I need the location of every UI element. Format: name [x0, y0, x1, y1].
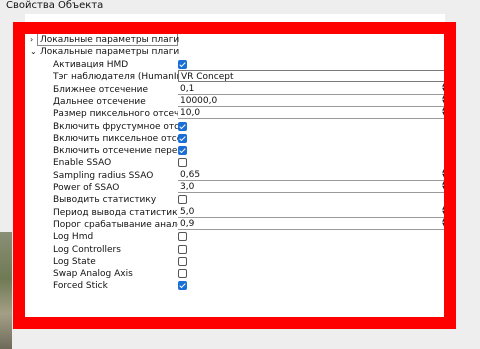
property-row: Log Hmd: [25, 231, 444, 243]
property-row: Тэг наблюдателя (HumanInput Tag)VR Conce…: [25, 70, 444, 83]
property-label: Ближнее отсечение: [53, 84, 149, 95]
property-checkbox[interactable]: [178, 232, 187, 242]
property-number-field[interactable]: 0,65 ▲ ▼: [178, 168, 444, 181]
property-label: Дальнее отсечение: [53, 96, 146, 107]
property-label: Включить фрустумное отсечение: [53, 121, 179, 132]
property-value: VR Concept: [181, 72, 234, 83]
property-label: Log Controllers: [53, 244, 121, 255]
property-value: 10000,0: [180, 95, 218, 106]
spin-arrows-icon[interactable]: ▲ ▼: [441, 94, 444, 106]
property-number-field[interactable]: 0,1 ▲ ▼: [178, 82, 444, 95]
property-grid: › Локальные параметры плагина [MASTER ⌄ …: [25, 34, 444, 317]
property-number-field[interactable]: 0,9 ▲ ▼: [178, 217, 444, 230]
property-number-field[interactable]: 3,0 ▲ ▼: [178, 181, 444, 193]
property-row: Дальнее отсечение 10000,0 ▲ ▼: [25, 94, 444, 108]
property-checkbox[interactable]: [178, 244, 187, 254]
property-label: Forced Stick: [53, 281, 108, 292]
property-checkbox[interactable]: [178, 158, 187, 168]
property-row: Sampling radius SSAO 0,65 ▲ ▼: [25, 168, 444, 182]
property-checkbox[interactable]: [178, 269, 187, 279]
background-scene: [0, 232, 12, 349]
property-value: 0,65: [180, 169, 201, 180]
group-vr-concept[interactable]: ⌄ Локальные параметры плагина [VR Conc: [25, 46, 185, 58]
property-label: Включить отсечение перекрытий: [53, 146, 179, 157]
property-label: Power of SSAO: [53, 183, 120, 193]
property-value: 3,0: [180, 182, 195, 192]
property-label: Активация HMD: [53, 60, 129, 70]
property-row: Выводить статистику: [25, 194, 444, 206]
property-row: Swap Analog Axis: [25, 268, 444, 280]
property-value: 0,1: [180, 83, 195, 94]
property-row: Log State: [25, 256, 444, 268]
property-row: Ближнее отсечение 0,1 ▲ ▼: [25, 82, 444, 96]
property-row: Включить фрустумное отсечение: [25, 121, 444, 133]
property-label: Enable SSAO: [53, 158, 112, 169]
property-number-field[interactable]: 10,0 ▲ ▼: [178, 107, 444, 120]
property-checkbox[interactable]: [178, 146, 187, 156]
property-row: Forced Stick: [25, 280, 444, 292]
property-row: Активация HMD: [25, 59, 444, 71]
property-label: Sampling radius SSAO: [53, 170, 154, 181]
property-row: Включить отсечение перекрытий: [25, 145, 444, 157]
property-label: Выводить статистику: [53, 195, 157, 206]
property-checkbox[interactable]: [178, 121, 187, 131]
property-checkbox[interactable]: [178, 281, 187, 291]
property-checkbox[interactable]: [178, 195, 187, 205]
property-label: Период вывода статистики: [53, 207, 179, 218]
property-panel-top: [25, 14, 445, 22]
spin-arrows-icon[interactable]: ▲ ▼: [441, 82, 444, 94]
spin-arrows-icon[interactable]: ▲ ▼: [441, 205, 444, 217]
spin-arrows-icon[interactable]: ▲ ▼: [441, 181, 444, 192]
property-value: 0,9: [180, 218, 195, 229]
property-checkbox[interactable]: [178, 256, 187, 266]
property-row: Порог срабатывание аналоговых кн0,9 ▲▼: [25, 217, 444, 231]
property-label: Log Hmd: [53, 232, 94, 243]
property-label: Размер пиксельного отсечения: [53, 109, 179, 120]
property-row: Размер пиксельного отсечения10,0 ▲▼: [25, 107, 444, 120]
chevron-down-icon[interactable]: ⌄: [30, 46, 38, 58]
spin-arrows-icon[interactable]: ▲ ▼: [441, 107, 444, 118]
property-value: 10,0: [180, 108, 201, 119]
property-label: Log State: [53, 256, 96, 267]
property-label: Тэг наблюдателя (HumanInput Tag): [53, 72, 179, 83]
property-label: Swap Analog Axis: [53, 269, 133, 280]
property-text-field[interactable]: VR Concept: [178, 70, 444, 83]
window-title: Свойства Объекта: [6, 0, 104, 11]
property-value: 5,0: [180, 206, 195, 217]
property-row: Power of SSAO 3,0 ▲ ▼: [25, 181, 444, 194]
property-row: Enable SSAO: [25, 157, 444, 169]
property-label: Порог срабатывание аналоговых кн: [53, 219, 179, 230]
spin-arrows-icon[interactable]: ▲ ▼: [441, 168, 444, 180]
group-master-label: Локальные параметры плагина [MASTER: [40, 35, 180, 45]
property-checkbox[interactable]: [178, 60, 187, 69]
property-row: Log Controllers: [25, 244, 444, 256]
property-label: Включить пиксельное отсечение: [53, 133, 179, 144]
spin-arrows-icon[interactable]: ▲ ▼: [441, 217, 444, 229]
group-master[interactable]: › Локальные параметры плагина [MASTER: [25, 34, 185, 46]
property-number-field[interactable]: 5,0 ▲ ▼: [178, 205, 444, 218]
group-vr-concept-label: Локальные параметры плагина [VR Conc: [40, 47, 180, 57]
property-row: Период вывода статистики 5,0 ▲ ▼: [25, 205, 444, 219]
property-checkbox[interactable]: [178, 133, 187, 143]
property-row: Включить пиксельное отсечение: [25, 133, 444, 145]
property-number-field[interactable]: 10000,0 ▲ ▼: [178, 94, 444, 107]
